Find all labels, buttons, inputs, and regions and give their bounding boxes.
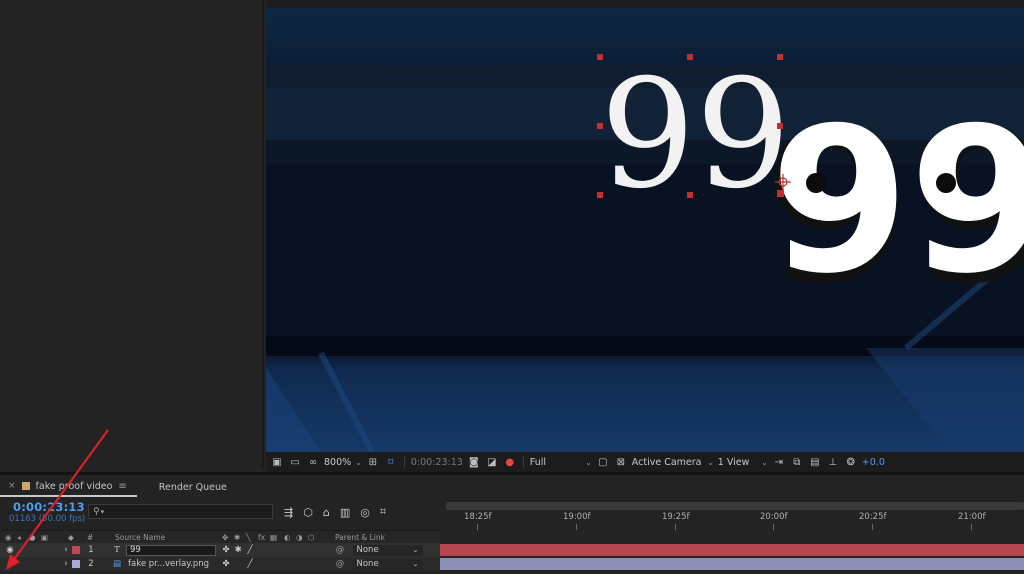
resolution-dropdown[interactable]: Full ⌄ — [530, 457, 592, 468]
shy-layers-icon[interactable]: ⌂ — [323, 506, 330, 519]
expand-chevron-icon[interactable]: › — [61, 543, 71, 557]
viewer-toolbar: ▣ ▭ ∞ 800% ⌄ ⊞ ⌑ 0:00:23:13 ◙ ◪ ● Full ⌄ ▢… — [266, 452, 1024, 472]
title-safe-icon[interactable]: ⊞ — [366, 455, 380, 469]
zoom-value: 800% — [324, 456, 352, 468]
timeline-tabs: × fake proof video ≡ Render Queue — [0, 477, 1024, 497]
ruler-label: 19:25f — [662, 512, 690, 522]
chevron-down-icon: ⌄ — [707, 457, 714, 467]
layer-column-header: ◉ ◂ ● ▣ ◆ # Source Name ✤ ✱ ╲ fx ▦ ◐ ◑ ⬡… — [0, 530, 440, 543]
camera-dropdown[interactable]: Active Camera ⌄ — [632, 457, 714, 468]
viewer-timecode[interactable]: 0:00:23:13 — [411, 457, 463, 468]
eye-icon[interactable]: ◉ — [4, 543, 16, 557]
camera-value: Active Camera — [631, 456, 702, 468]
toggle-pixel-aspect-icon[interactable]: ⇥ — [772, 455, 786, 469]
tab-label: fake proof video — [35, 480, 113, 492]
image-layer-icon: ▤ — [112, 559, 122, 569]
resolution-value: Full — [529, 456, 547, 468]
draft-3d-icon[interactable]: ⬡ — [303, 506, 313, 519]
transparency-grid-icon[interactable]: ⊠ — [614, 455, 628, 469]
layer-index: 2 — [88, 559, 94, 569]
monitor-icon[interactable]: ▭ — [288, 455, 302, 469]
ruler-label: 21:00f — [958, 512, 986, 522]
frame-rate-info: 01163 (50.00 fps) — [9, 514, 86, 524]
tab-render-queue[interactable]: Render Queue — [137, 477, 237, 497]
panel-menu-icon[interactable]: ≡ — [118, 481, 126, 492]
quality-switch-icon[interactable]: ╱ — [244, 543, 256, 557]
zoom-dropdown[interactable]: 800% ⌄ — [324, 457, 362, 468]
ruler-label: 19:00f — [563, 512, 591, 522]
graph-editor-icon[interactable]: ⌗ — [380, 505, 386, 519]
separator — [403, 456, 405, 468]
fast-previews-icon[interactable]: ⧉ — [790, 455, 804, 469]
search-icon: ⚲ — [93, 506, 100, 517]
parent-value: None — [356, 545, 379, 555]
quality-switch-icon[interactable]: ╱ — [244, 557, 256, 571]
text-layer-icon: T — [114, 545, 120, 555]
expand-chevron-icon[interactable]: › — [61, 557, 71, 571]
view-layout-value: 1 View — [717, 456, 750, 468]
layer-duration-bar[interactable] — [440, 544, 1024, 556]
large-number-graphic: 99 99 — [764, 85, 1024, 330]
separator — [522, 456, 524, 468]
layer-name[interactable]: fake pr...verlay.png — [128, 557, 218, 571]
frame-blending-icon[interactable]: ▥ — [340, 506, 350, 519]
chevron-down-icon: ⌄ — [355, 457, 362, 467]
region-of-interest-icon[interactable]: ▢ — [596, 455, 610, 469]
pick-whip-icon[interactable]: @ — [333, 543, 347, 557]
chevron-down-icon: ⌄ — [585, 457, 592, 467]
motion-blur-icon[interactable]: ◎ — [360, 506, 370, 519]
work-area-bar[interactable] — [446, 502, 1024, 510]
timeline-header-strip — [440, 530, 1024, 543]
viewer-canvas: 99 99 99 — [266, 8, 1024, 452]
composition-mini-flowchart-icon[interactable]: ⇶ — [284, 506, 293, 519]
layer-row[interactable]: › 2 ▤ fake pr...verlay.png ✤ ╱ @ None ⌄ — [0, 557, 440, 571]
shy-switch-icon[interactable]: ✤ — [220, 543, 232, 557]
reset-exposure-icon[interactable]: ❂ — [844, 455, 858, 469]
close-icon[interactable]: × — [8, 481, 16, 491]
layer-name-edit-field[interactable]: 99 — [126, 544, 216, 556]
large-number-text: 99 — [770, 85, 1024, 318]
current-time-display[interactable]: 0:00:23:13 — [13, 500, 85, 514]
layer-index: 1 — [88, 545, 94, 555]
view-layout-dropdown[interactable]: 1 View ⌄ — [718, 457, 768, 468]
layer-search-input[interactable]: ⚲ ▾ — [88, 504, 273, 519]
ruler-label: 20:00f — [760, 512, 788, 522]
snapshot-region-icon[interactable]: ▣ — [270, 455, 284, 469]
chevron-down-icon: ⌄ — [412, 560, 419, 568]
ruler-label: 20:25f — [859, 512, 887, 522]
pick-whip-icon[interactable]: @ — [333, 557, 347, 571]
continuous-rasterize-icon[interactable]: ✱ — [232, 543, 244, 557]
shy-switch-icon[interactable]: ✤ — [220, 557, 232, 571]
camera-snapshot-icon[interactable]: ◙ — [467, 455, 481, 469]
composition-icon — [21, 482, 30, 490]
selected-text-layer[interactable]: 99 — [600, 48, 791, 222]
mask-visibility-icon[interactable]: ⌑ — [384, 455, 398, 469]
ruler-label: 18:25f — [464, 512, 492, 522]
parent-dropdown[interactable]: None ⌄ — [352, 558, 423, 570]
label-color-swatch[interactable] — [72, 560, 80, 568]
parent-dropdown[interactable]: None ⌄ — [352, 544, 423, 556]
layer-duration-bar[interactable] — [440, 558, 1024, 570]
vr-icon[interactable]: ∞ — [306, 455, 320, 469]
timeline-icon[interactable]: ▤ — [808, 455, 822, 469]
exposure-value[interactable]: +0.0 — [862, 457, 885, 468]
tab-fake-proof-video[interactable]: × fake proof video ≡ — [0, 477, 137, 497]
label-color-swatch[interactable] — [72, 546, 80, 554]
flowchart-icon[interactable]: ⊥ — [826, 455, 840, 469]
timeline-switches: ⇶ ⬡ ⌂ ▥ ◎ ⌗ — [284, 503, 434, 521]
chevron-down-icon: ⌄ — [412, 546, 419, 554]
show-snapshot-icon[interactable]: ◪ — [485, 455, 499, 469]
parent-value: None — [356, 559, 379, 569]
chevron-down-icon: ⌄ — [761, 457, 768, 467]
layer-row[interactable]: ◉ › 1 T 99 ✤ ✱ ╱ @ None ⌄ — [0, 543, 440, 557]
project-panel — [0, 0, 264, 470]
tab-label: Render Queue — [158, 481, 227, 493]
channel-rgb-icon[interactable]: ● — [503, 455, 517, 469]
chevron-down-icon: ▾ — [100, 507, 105, 516]
composition-viewer[interactable]: 99 99 99 — [266, 0, 1024, 452]
